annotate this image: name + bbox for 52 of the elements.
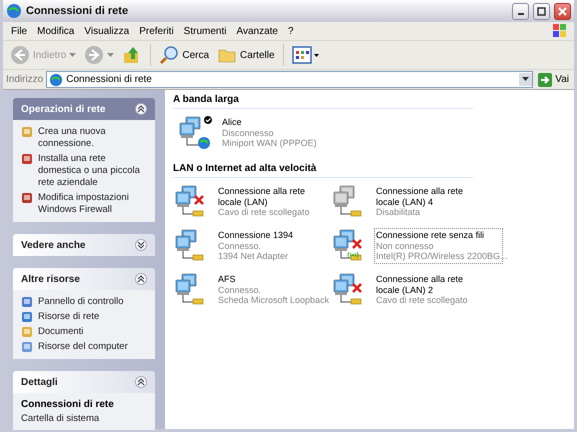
close-button[interactable] — [554, 2, 571, 20]
folders-button[interactable]: Cartelle — [214, 43, 278, 67]
minimize-button[interactable] — [512, 2, 529, 20]
details-type: Cartella di sistema — [21, 413, 100, 424]
dropdown-button[interactable] — [519, 73, 532, 86]
collapse-icon[interactable] — [135, 273, 147, 285]
panel-header[interactable]: Vedere anche — [13, 234, 155, 256]
caret-icon — [522, 77, 530, 82]
connection-label[interactable]: AFS Connesso. Scheda Microsoft Loopback — [216, 272, 332, 308]
expand-icon[interactable] — [135, 239, 147, 251]
window-title: Connessioni di rete — [26, 5, 130, 17]
menu-item[interactable]: Modifica — [32, 26, 80, 36]
collapse-icon[interactable] — [135, 376, 147, 388]
menu-item[interactable]: Strumenti — [178, 26, 232, 36]
panel-header[interactable]: Altre risorse — [13, 268, 155, 290]
menu-item[interactable]: File — [6, 26, 32, 36]
go-arrow-icon — [538, 72, 552, 86]
views-icon — [292, 45, 320, 65]
panel-header[interactable]: Dettagli — [13, 371, 155, 393]
dropdown-caret-icon — [69, 52, 76, 58]
connection-label[interactable]: Connessione alla rete locale (LAN) 2 Cavo di rete scollegato — [374, 272, 489, 308]
network-globe-icon — [6, 3, 22, 19]
menu-item[interactable]: Visualizza — [79, 26, 134, 36]
search-icon — [159, 45, 180, 65]
panel-header[interactable]: Operazioni di rete — [13, 98, 155, 120]
task-link[interactable]: Risorse del computer — [38, 341, 128, 353]
menu-item[interactable]: Avanzate — [231, 26, 283, 36]
connection-label[interactable]: Connessione alla rete locale (LAN) Cavo di rete scollegato — [216, 184, 331, 220]
windows-logo-icon — [552, 23, 568, 39]
task-link[interactable]: Modifica impostazioni Windows Firewall — [38, 192, 147, 216]
address-field[interactable]: Connessioni di rete — [46, 71, 534, 88]
connection-label[interactable]: Connessione 1394 Connesso. 1394 Net Adapter — [216, 228, 296, 264]
dropdown-caret-icon — [107, 52, 114, 58]
maximize-icon — [537, 6, 546, 16]
task-link[interactable]: Pannello di controllo — [38, 296, 124, 308]
group-header: LAN o Internet ad alta velocità — [173, 161, 473, 178]
maximize-button[interactable] — [533, 2, 550, 20]
search-button[interactable]: Cerca — [156, 43, 212, 67]
close-icon — [558, 6, 567, 16]
menu-item[interactable]: Preferiti — [134, 26, 179, 36]
connection-label[interactable]: Alice Disconnesso Miniport WAN (PPPOE) — [220, 115, 319, 150]
network-globe-icon — [49, 72, 64, 86]
menu-item[interactable]: ? — [282, 26, 299, 36]
address-label: Indirizzo — [6, 74, 44, 85]
task-link[interactable]: Installa una rete domestica o una piccola rete aziendale — [38, 153, 147, 189]
collapse-icon[interactable] — [135, 103, 147, 115]
task-link[interactable]: Crea una nuova connessione. — [38, 126, 147, 150]
go-button[interactable]: Vai — [536, 72, 571, 86]
task-link[interactable]: Risorse di rete — [38, 311, 100, 323]
group-header: A banda larga — [173, 92, 473, 109]
task-link[interactable]: Documenti — [38, 326, 84, 338]
details-name: Connessioni di rete — [21, 399, 115, 410]
